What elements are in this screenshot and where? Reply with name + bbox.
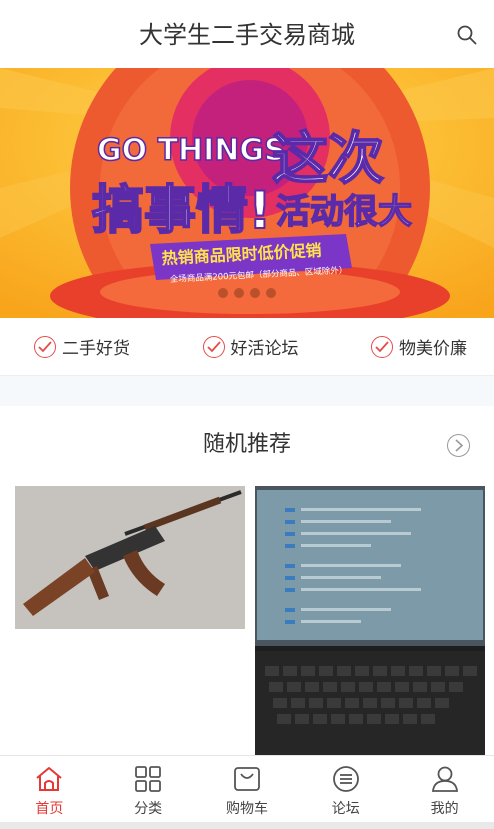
carousel-dot[interactable] — [234, 288, 244, 298]
feature-label: 物美价廉 — [399, 339, 467, 359]
product-card-image[interactable] — [255, 486, 485, 756]
carousel-dot[interactable] — [266, 288, 276, 298]
bottom-tab-bar: 首页 分类 购物车 论坛 我的 — [0, 755, 494, 829]
home-icon — [36, 767, 63, 791]
tab-label: 分类 — [134, 801, 163, 817]
tab-label: 购物车 — [225, 801, 268, 817]
feature-item-forum[interactable]: 好活论坛 — [202, 334, 299, 359]
product-card-image[interactable] — [15, 486, 245, 629]
tab-home[interactable]: 首页 — [0, 756, 99, 829]
user-icon — [431, 766, 458, 792]
tab-label: 首页 — [35, 801, 64, 817]
grid-icon — [135, 766, 162, 792]
feature-item-value[interactable]: 物美价廉 — [371, 334, 467, 359]
feature-label: 二手好货 — [62, 339, 130, 359]
carousel-dot[interactable] — [250, 288, 260, 298]
carousel-dots[interactable] — [0, 283, 494, 302]
banner-headline-en: GO THINGS — [97, 133, 286, 168]
tab-label: 我的 — [430, 801, 459, 817]
search-icon[interactable] — [456, 24, 478, 46]
section-title: 随机推荐 — [202, 432, 291, 457]
bottom-strip — [0, 822, 494, 829]
feature-row: 二手好货 好活论坛 物美价廉 — [0, 318, 494, 376]
forum-icon — [332, 766, 359, 792]
promo-banner[interactable]: GO THINGS 搞事情! 这次 活动很大 热销商品限时低价促销 全场商品满2… — [0, 68, 494, 318]
tab-profile[interactable]: 我的 — [395, 756, 494, 829]
tab-forum[interactable]: 论坛 — [296, 756, 395, 829]
more-arrow-icon[interactable] — [447, 434, 470, 457]
check-circle-icon — [34, 335, 56, 358]
check-circle-icon — [202, 335, 225, 358]
product-photo-laptop — [255, 486, 485, 756]
app-title: 大学生二手交易商城 — [139, 21, 355, 49]
tab-cart[interactable]: 购物车 — [198, 756, 297, 829]
product-photo-rifle — [15, 486, 245, 629]
feature-label: 好活论坛 — [230, 339, 299, 359]
tab-category[interactable]: 分类 — [99, 756, 198, 829]
banner-headline-cn2: 这次 — [272, 127, 384, 192]
check-circle-icon — [371, 335, 393, 358]
banner-headline-cn: 搞事情! — [92, 181, 272, 241]
feature-item-goods[interactable]: 二手好货 — [34, 334, 130, 359]
carousel-dot[interactable] — [218, 288, 228, 298]
app-header: 大学生二手交易商城 — [0, 0, 494, 68]
section-divider — [0, 376, 494, 406]
tab-label: 论坛 — [331, 801, 360, 817]
banner-headline-cn3: 活动很大 — [276, 192, 412, 232]
bag-icon — [234, 767, 260, 791]
